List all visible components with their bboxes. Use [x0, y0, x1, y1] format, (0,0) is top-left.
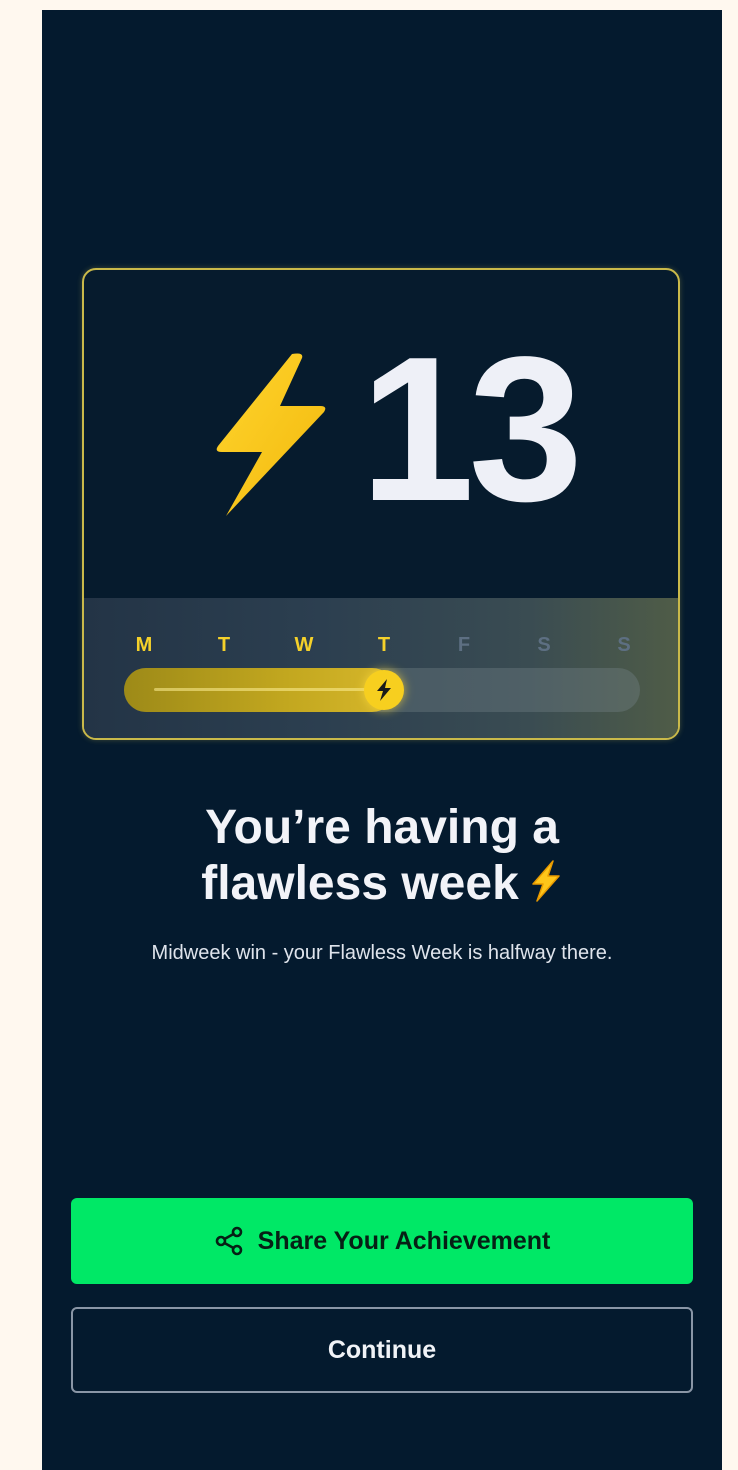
headline-line-2-text: flawless week: [201, 857, 519, 910]
weekday-label: W: [294, 634, 314, 656]
week-progress-fill: [124, 668, 394, 712]
headline-line-1: You’re having a: [205, 801, 559, 854]
streak-count-area: 13: [84, 270, 678, 598]
progress-thumb: [364, 670, 404, 710]
subtext: Midweek win - your Flawless Week is half…: [151, 942, 613, 964]
week-progress: MTWTFSS: [84, 598, 678, 738]
weekday-labels: MTWTFSS: [124, 630, 644, 660]
week-progress-track: [124, 668, 640, 712]
streak-card: 13 M T W T F S S: [82, 268, 680, 740]
lightning-bolt-icon: [529, 859, 563, 916]
weekday-label: F: [457, 634, 471, 656]
lightning-bolt-icon: [216, 353, 326, 516]
weekday-label: M: [135, 634, 153, 656]
weekday-label: S: [617, 634, 631, 656]
headline-line-2: flawless week: [42, 856, 722, 916]
flawless-week-screen: 13 M T W T F S S You’re having a flawless week…: [42, 10, 722, 1470]
headline: You’re having a flawless week: [42, 800, 722, 916]
weekday-label: S: [537, 634, 551, 656]
continue-button-label: Continue: [327, 1335, 437, 1364]
share-button-label: Share Your Achievement: [257, 1226, 551, 1255]
weekday-label: T: [377, 634, 391, 656]
streak-count: 13: [360, 314, 583, 544]
continue-button[interactable]: Continue: [71, 1307, 693, 1393]
share-achievement-button[interactable]: Share Your Achievement: [71, 1198, 693, 1284]
weekday-label: T: [217, 634, 231, 656]
lightning-bolt-icon: [377, 679, 391, 701]
share-icon: [215, 1226, 242, 1256]
